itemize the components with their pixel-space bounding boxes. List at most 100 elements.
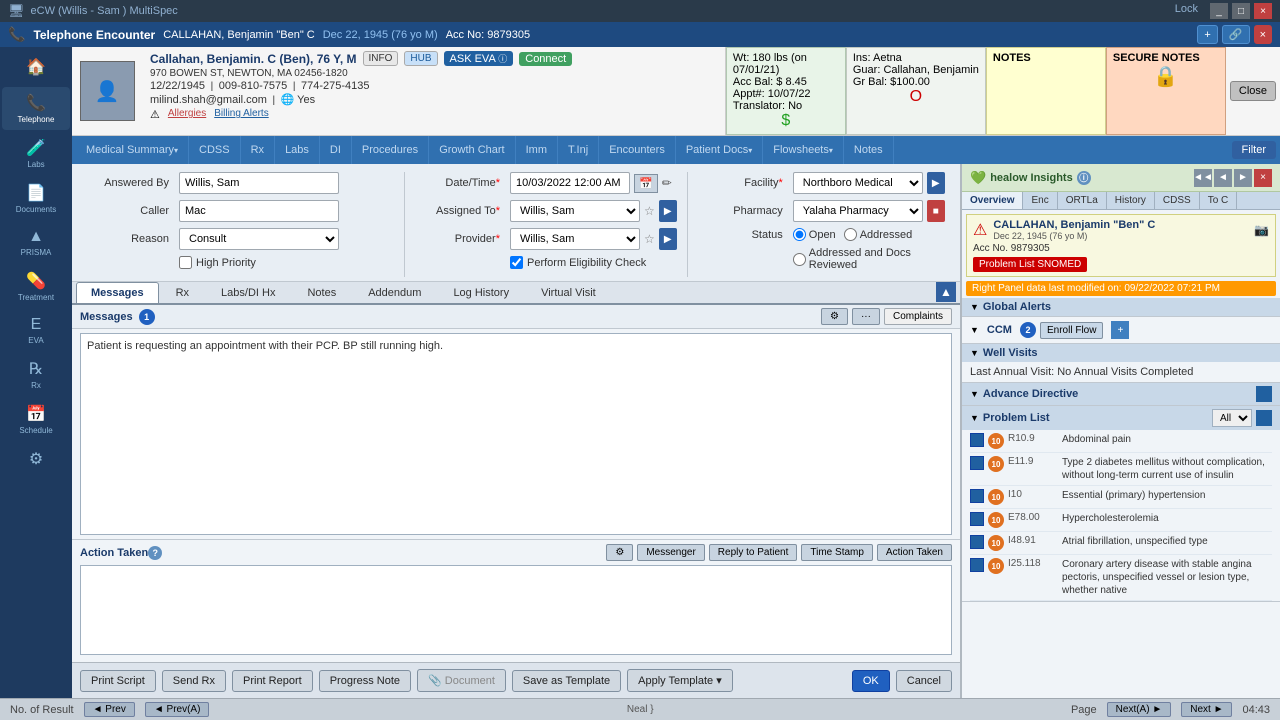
sidebar-item-treatment[interactable]: 💊 Treatment: [2, 265, 70, 308]
tab-rx[interactable]: Rx: [241, 136, 275, 164]
provider-star-btn[interactable]: ☆: [644, 232, 655, 246]
action-taken-btn[interactable]: Action Taken: [877, 544, 952, 561]
minimize-btn[interactable]: _: [1210, 3, 1228, 19]
rp-tab-ortla[interactable]: ORTLa: [1058, 192, 1107, 209]
provider-arrow-btn[interactable]: ▶: [659, 228, 677, 250]
sidebar-item-telephone[interactable]: 📞 Telephone: [2, 87, 70, 130]
info-badge[interactable]: INFO: [363, 51, 399, 66]
sidebar-item-prisma[interactable]: ▲ PRISMA: [2, 222, 70, 263]
caller-input[interactable]: [179, 200, 339, 222]
status-open-label[interactable]: Open: [793, 228, 836, 241]
tab-log-history[interactable]: Log History: [438, 282, 524, 303]
encounter-link-btn[interactable]: 🔗: [1222, 25, 1250, 44]
well-visits-header[interactable]: ▼ Well Visits: [962, 344, 1280, 362]
sidebar-item-home[interactable]: 🏠: [2, 51, 70, 85]
prob-check-3[interactable]: [970, 489, 984, 503]
provider-select[interactable]: Willis, Sam: [510, 228, 640, 250]
send-rx-btn[interactable]: Send Rx: [162, 670, 226, 692]
askeva-badge[interactable]: ASK EVA ⓘ: [444, 51, 514, 66]
prob-check-6[interactable]: [970, 558, 984, 572]
facility-select[interactable]: Northboro Medical: [793, 172, 923, 194]
pharmacy-arrow-btn[interactable]: ■: [927, 200, 945, 222]
save-as-template-btn[interactable]: Save as Template: [512, 670, 621, 692]
calendar-btn[interactable]: 📅: [634, 174, 658, 193]
secure-notes-box[interactable]: SECURE NOTES 🔒: [1106, 47, 1226, 135]
high-priority-label[interactable]: High Priority: [179, 256, 256, 269]
notes-box[interactable]: NOTES: [986, 47, 1106, 135]
tab-patient-docs[interactable]: Patient Docs ▾: [676, 136, 763, 164]
prob-check-2[interactable]: [970, 456, 984, 470]
sidebar-item-labs[interactable]: 🧪 Labs: [2, 132, 70, 175]
messages-textarea[interactable]: Patient is requesting an appointment wit…: [80, 333, 952, 535]
billing-alerts-link[interactable]: Billing Alerts: [214, 108, 268, 121]
prob-check-5[interactable]: [970, 535, 984, 549]
status-open-radio[interactable]: [793, 228, 806, 241]
sidebar-item-documents[interactable]: 📄 Documents: [2, 177, 70, 220]
maximize-btn[interactable]: □: [1232, 3, 1250, 19]
rp-tab-toc[interactable]: To C: [1200, 192, 1238, 209]
tab-tinj[interactable]: T.Inj: [558, 136, 599, 164]
rp-tab-history[interactable]: History: [1107, 192, 1155, 209]
tab-cdss[interactable]: CDSS: [189, 136, 241, 164]
advance-directive-header[interactable]: ▼ Advance Directive: [962, 383, 1280, 405]
rp-tab-cdss[interactable]: CDSS: [1155, 192, 1200, 209]
encounter-plus-btn[interactable]: +: [1197, 25, 1217, 44]
status-addressed-docs-radio[interactable]: [793, 253, 806, 266]
assigned-star-btn[interactable]: ☆: [644, 204, 655, 218]
tab-messages[interactable]: Messages: [76, 282, 159, 303]
scroll-up-btn[interactable]: ▲: [936, 282, 956, 302]
rp-tab-overview[interactable]: Overview: [962, 192, 1023, 209]
enroll-flow-btn[interactable]: Enroll Flow: [1040, 322, 1103, 339]
hub-badge[interactable]: HUB: [404, 51, 437, 66]
tab-labs[interactable]: Labs: [275, 136, 320, 164]
print-script-btn[interactable]: Print Script: [80, 670, 156, 692]
close-btn[interactable]: ×: [1254, 3, 1272, 19]
reply-to-patient-btn[interactable]: Reply to Patient: [709, 544, 798, 561]
print-report-btn[interactable]: Print Report: [232, 670, 313, 692]
problem-list-alert[interactable]: Problem List SNOMED: [973, 257, 1087, 272]
tab-encounters[interactable]: Encounters: [599, 136, 676, 164]
messenger-btn[interactable]: Messenger: [637, 544, 704, 561]
messages-gear-btn[interactable]: ⚙: [821, 308, 848, 325]
title-bar-controls[interactable]: Lock _ □ ×: [1175, 3, 1272, 19]
ccm-add-btn[interactable]: +: [1111, 321, 1129, 339]
assigned-arrow-btn[interactable]: ▶: [659, 200, 677, 222]
patient-close-btn[interactable]: Close: [1230, 81, 1276, 101]
reason-select[interactable]: Consult Prescription Refill Test Results…: [179, 228, 339, 250]
tab-rx-content[interactable]: Rx: [161, 282, 204, 303]
sidebar-item-eva[interactable]: E EVA: [2, 310, 70, 351]
tab-di[interactable]: DI: [320, 136, 352, 164]
assigned-to-select[interactable]: Willis, Sam: [510, 200, 640, 222]
tab-notes-content[interactable]: Notes: [292, 282, 351, 303]
global-alerts-header[interactable]: ▼ Global Alerts: [962, 298, 1280, 316]
next-all-btn[interactable]: Next(A) ►: [1107, 702, 1172, 717]
problem-list-header[interactable]: ▼ Problem List All: [962, 406, 1280, 430]
problem-filter-select[interactable]: All: [1212, 409, 1252, 427]
answered-by-input[interactable]: [179, 172, 339, 194]
filter-btn[interactable]: Filter: [1232, 141, 1276, 159]
perform-eligibility-label[interactable]: Perform Eligibility Check: [510, 256, 646, 269]
rp-arrow-close[interactable]: ×: [1254, 169, 1272, 187]
progress-note-btn[interactable]: Progress Note: [319, 670, 411, 692]
pharmacy-select[interactable]: Yalaha Pharmacy: [793, 200, 923, 222]
ok-btn[interactable]: OK: [852, 670, 890, 692]
cancel-btn[interactable]: Cancel: [896, 670, 952, 692]
status-addressed-radio[interactable]: [844, 228, 857, 241]
rp-arrow-next[interactable]: ►: [1234, 169, 1252, 187]
allergies-link[interactable]: Allergies: [168, 108, 206, 121]
connect-badge[interactable]: Connect: [519, 52, 572, 66]
next-btn[interactable]: Next ►: [1181, 702, 1232, 717]
pen-btn[interactable]: ✏: [662, 176, 672, 190]
perform-eligibility-check[interactable]: [510, 256, 523, 269]
apply-template-btn[interactable]: Apply Template ▾: [627, 669, 733, 692]
time-stamp-btn[interactable]: Time Stamp: [801, 544, 873, 561]
tab-growth-chart[interactable]: Growth Chart: [429, 136, 515, 164]
tab-virtual-visit[interactable]: Virtual Visit: [526, 282, 611, 303]
prob-check-1[interactable]: [970, 433, 984, 447]
facility-arrow-btn[interactable]: ▶: [927, 172, 945, 194]
prob-check-4[interactable]: [970, 512, 984, 526]
date-input[interactable]: [510, 172, 630, 194]
action-taken-textarea[interactable]: [80, 565, 952, 655]
rp-tab-enc[interactable]: Enc: [1023, 192, 1057, 209]
tab-flowsheets[interactable]: Flowsheets ▾: [763, 136, 844, 164]
